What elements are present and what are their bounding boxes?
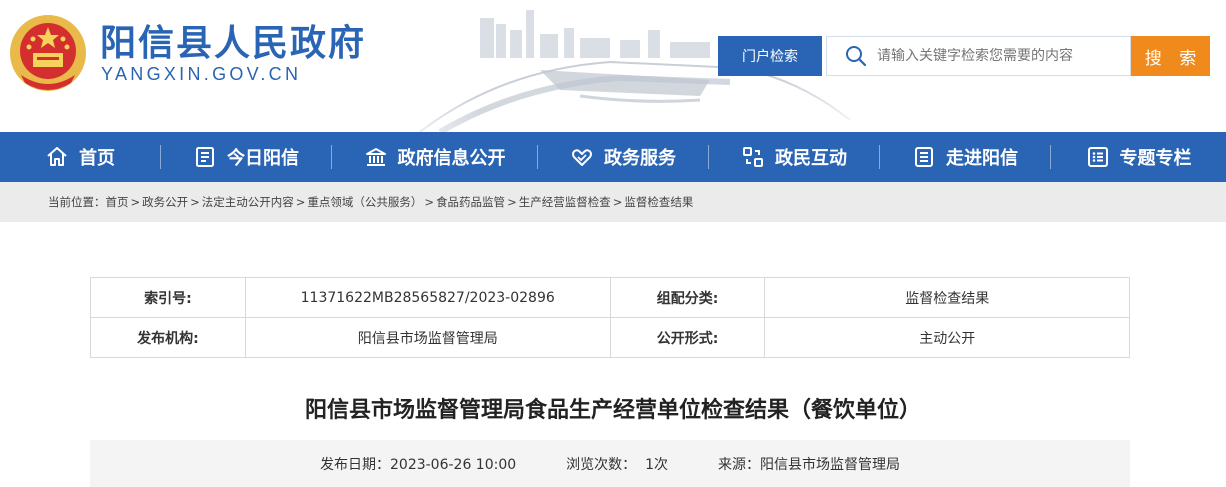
breadcrumb-separator: > bbox=[612, 195, 623, 209]
nav-item-services[interactable]: 政务服务 bbox=[538, 132, 708, 182]
category-value: 监督检查结果 bbox=[764, 277, 1130, 318]
nav-label: 今日阳信 bbox=[227, 148, 299, 169]
view-count: 浏览次数： 1次 bbox=[566, 456, 668, 473]
portal-search-button[interactable]: 门户检索 bbox=[718, 36, 822, 76]
national-emblem-icon bbox=[10, 15, 86, 91]
nav-item-topics[interactable]: 专题专栏 bbox=[1051, 132, 1226, 182]
nav-item-about[interactable]: 走进阳信 bbox=[880, 132, 1050, 182]
nav-item-gov-info[interactable]: 政府信息公开 bbox=[332, 132, 537, 182]
site-title[interactable]: 阳信县人民政府 bbox=[100, 14, 366, 66]
article-meta-bar: 发布日期：2023-06-26 10:00 浏览次数： 1次 来源：阳信县市场监… bbox=[90, 440, 1130, 487]
breadcrumb-separator: > bbox=[130, 195, 141, 209]
home-icon bbox=[47, 147, 67, 166]
index-value: 11371622MB28565827/2023-02896 bbox=[244, 277, 611, 318]
category-label: 组配分类: bbox=[609, 277, 766, 318]
nav-label: 专题专栏 bbox=[1119, 148, 1192, 169]
disclosure-label: 公开形式: bbox=[609, 317, 766, 358]
site-header: 阳信县人民政府 YANGXIN.GOV.CN 门户检索 搜 索 bbox=[0, 0, 1226, 132]
disclosure-value: 主动公开 bbox=[764, 317, 1130, 358]
publisher-label: 发布机构: bbox=[90, 317, 246, 358]
breadcrumb-link[interactable]: 政务公开 bbox=[142, 195, 188, 209]
list-icon bbox=[1087, 147, 1108, 167]
publisher-value: 阳信县市场监督管理局 bbox=[244, 317, 611, 358]
table-row: 发布机构: 阳信县市场监督管理局 公开形式: 主动公开 bbox=[90, 317, 1130, 358]
site-domain: YANGXIN.GOV.CN bbox=[101, 64, 302, 84]
table-row: 索引号: 11371622MB28565827/2023-02896 组配分类:… bbox=[90, 277, 1130, 318]
book-icon bbox=[915, 147, 933, 167]
search-button[interactable]: 搜 索 bbox=[1131, 36, 1210, 76]
publish-date: 发布日期：2023-06-26 10:00 bbox=[320, 456, 517, 473]
breadcrumb: 当前位置：首页 > 政务公开 > 法定主动公开内容 > 重点领域（公共服务） > 食品药品监管 >… bbox=[48, 194, 693, 210]
search-box bbox=[826, 36, 1131, 76]
handshake-icon bbox=[572, 149, 592, 166]
breadcrumb-link[interactable]: 食品药品监管 bbox=[436, 195, 505, 209]
nav-item-home[interactable]: 首页 bbox=[0, 132, 160, 182]
breadcrumb-separator: > bbox=[507, 195, 517, 209]
nav-label: 政民互动 bbox=[775, 148, 847, 169]
article-source: 来源：阳信县市场监督管理局 bbox=[717, 456, 900, 473]
breadcrumb-prefix: 当前位置： bbox=[48, 195, 106, 209]
building-icon bbox=[365, 148, 386, 166]
breadcrumb-bar: 当前位置：首页 > 政务公开 > 法定主动公开内容 > 重点领域（公共服务） > 食品药品监管 >… bbox=[0, 182, 1226, 222]
breadcrumb-separator: > bbox=[424, 195, 435, 209]
breadcrumb-separator: > bbox=[190, 195, 200, 209]
nav-item-interaction[interactable]: 政民互动 bbox=[709, 132, 879, 182]
nav-label: 政府信息公开 bbox=[397, 148, 506, 169]
main-nav: 首页 今日阳信 政府信息公开 政务服务 政民互动 走进阳信 专题专栏 bbox=[0, 132, 1226, 182]
breadcrumb-link[interactable]: 首页 bbox=[106, 195, 129, 209]
breadcrumb-link[interactable]: 重点领域（公共服务） bbox=[307, 195, 422, 209]
search-icon bbox=[846, 46, 867, 67]
breadcrumb-separator: > bbox=[295, 195, 306, 209]
interaction-icon bbox=[743, 147, 763, 167]
breadcrumb-link[interactable]: 法定主动公开内容 bbox=[202, 195, 294, 209]
nav-label: 走进阳信 bbox=[946, 148, 1018, 169]
index-label: 索引号: bbox=[90, 277, 246, 318]
breadcrumb-link[interactable]: 生产经营监督检查 bbox=[519, 195, 611, 209]
nav-label: 首页 bbox=[79, 148, 115, 169]
search-input[interactable] bbox=[877, 48, 1117, 64]
nav-label: 政务服务 bbox=[604, 148, 676, 169]
breadcrumb-link[interactable]: 监督检查结果 bbox=[624, 195, 693, 209]
news-icon bbox=[196, 147, 214, 167]
nav-item-today[interactable]: 今日阳信 bbox=[161, 132, 331, 182]
article-title: 阳信县市场监督管理局食品生产经营单位检查结果（餐饮单位） bbox=[304, 398, 921, 423]
document-info-table: 索引号: 11371622MB28565827/2023-02896 组配分类:… bbox=[90, 277, 1130, 358]
